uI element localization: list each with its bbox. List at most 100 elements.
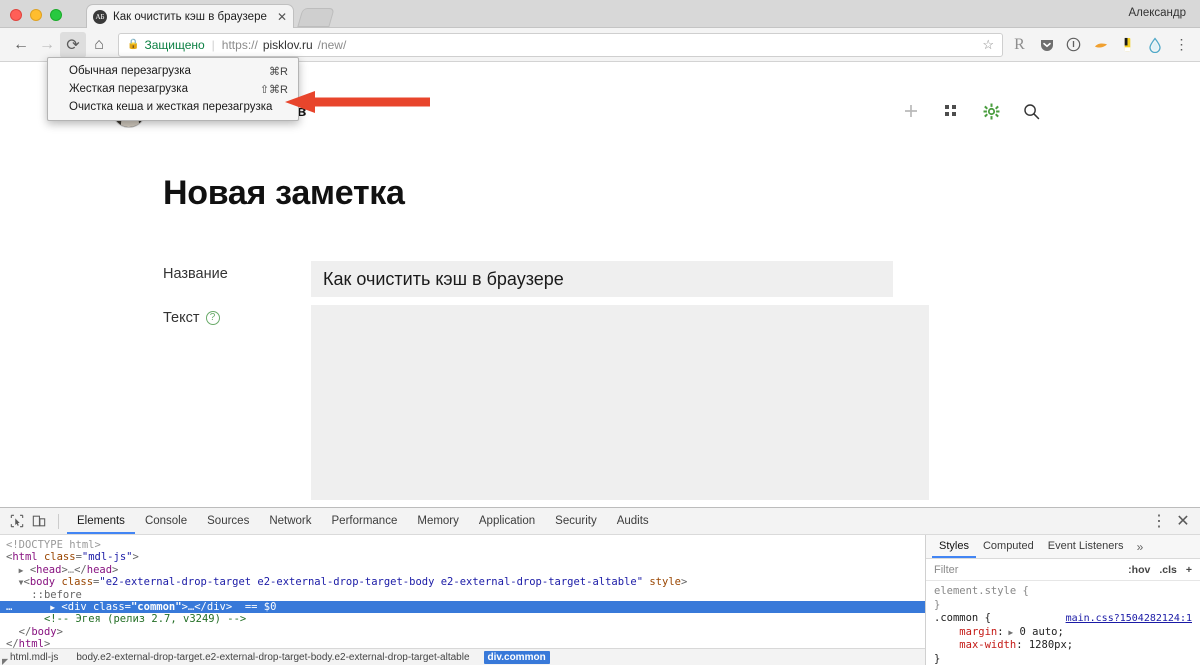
tab-network[interactable]: Network <box>259 508 321 534</box>
devtools-tabs: Elements Console Sources Network Perform… <box>67 508 659 534</box>
help-icon[interactable]: ? <box>205 311 220 325</box>
tab-computed[interactable]: Computed <box>976 535 1041 558</box>
reload-button[interactable]: ⟳ <box>60 31 86 58</box>
devtools-close-icon[interactable]: ✕ <box>1172 511 1194 531</box>
tab-security[interactable]: Security <box>545 508 607 534</box>
styles-filter-input[interactable]: Filter <box>934 564 958 576</box>
css-declaration[interactable]: max-width: 1280px; <box>934 639 1192 653</box>
reload-context-menu: Обычная перезагрузка ⌘R Жесткая перезагр… <box>47 57 299 121</box>
dom-disclosure-triangle[interactable]: ▶ <box>50 603 55 612</box>
tab-memory[interactable]: Memory <box>407 508 469 534</box>
tab-performance[interactable]: Performance <box>322 508 408 534</box>
breadcrumb-item-div[interactable]: div.common <box>483 650 550 664</box>
tab-console[interactable]: Console <box>135 508 197 534</box>
menu-item-normal-reload[interactable]: Обычная перезагрузка ⌘R <box>48 62 298 80</box>
inspect-element-icon[interactable] <box>6 511 28 531</box>
styles-tabs: Styles Computed Event Listeners » <box>926 535 1200 559</box>
extension-icons: R ⋮ <box>1011 36 1192 53</box>
forward-button[interactable]: → <box>34 32 60 58</box>
omnibox-divider: | <box>211 37 215 52</box>
cls-toggle[interactable]: .cls <box>1159 564 1177 576</box>
close-window-button[interactable] <box>10 9 22 21</box>
dom-node-line[interactable]: ▶ <head>…</head> <box>0 564 925 576</box>
dom-node-line[interactable]: ::before <box>0 589 925 601</box>
site-header-actions <box>902 102 1040 120</box>
add-icon[interactable] <box>902 102 920 120</box>
toolbar-divider <box>58 513 59 529</box>
back-button[interactable]: ← <box>8 32 34 58</box>
dom-node-line[interactable]: <!DOCTYPE html> <box>0 539 925 551</box>
text-textarea[interactable] <box>311 305 929 500</box>
tab-styles[interactable]: Styles <box>932 535 976 558</box>
text-label-text: Текст <box>163 310 200 326</box>
tab-title: Как очистить кэш в браузере <box>113 10 267 23</box>
menu-item-hard-reload[interactable]: Жесткая перезагрузка ⇧⌘R <box>48 80 298 98</box>
new-style-rule-button[interactable]: + <box>1186 564 1192 576</box>
minimize-window-button[interactable] <box>30 9 42 21</box>
text-field-label: Текст ? <box>163 305 311 326</box>
styles-filter-actions: :hov .cls + <box>1128 564 1192 576</box>
styles-filter-bar: Filter :hov .cls + <box>926 559 1200 581</box>
toggle-device-toolbar-icon[interactable] <box>28 511 50 531</box>
traffic-lights <box>10 9 62 21</box>
tab-application[interactable]: Application <box>469 508 545 534</box>
bulb-extension-icon[interactable] <box>1119 36 1136 53</box>
hov-toggle[interactable]: :hov <box>1128 564 1150 576</box>
tab-favicon-icon: АБ <box>93 9 107 24</box>
orange-extension-icon[interactable] <box>1092 36 1109 53</box>
css-source-link[interactable]: main.css?1504282124:1 <box>1066 612 1192 626</box>
menu-item-normal-reload-shortcut: ⌘R <box>269 65 288 78</box>
grid-icon[interactable] <box>942 102 960 120</box>
css-rule[interactable]: main.css?1504282124:1 .common { margin: ▶… <box>934 612 1192 665</box>
info-extension-icon[interactable] <box>1065 36 1082 53</box>
window-user-label[interactable]: Александр <box>1128 7 1186 19</box>
menu-item-empty-cache-hard-reload[interactable]: Очистка кеша и жесткая перезагрузка <box>48 98 298 116</box>
home-button[interactable]: ⌂ <box>86 32 112 58</box>
dom-node-line[interactable]: </body> <box>0 626 925 638</box>
tab-close-icon[interactable]: ✕ <box>277 10 287 24</box>
css-selector[interactable]: .common { <box>934 612 991 624</box>
styles-pane: Styles Computed Event Listeners » Filter… <box>926 535 1200 665</box>
chrome-menu-icon[interactable]: ⋮ <box>1173 36 1190 53</box>
dom-node-line[interactable]: … ▶ <div class="common">…</div> == $0 <box>0 600 925 614</box>
new-tab-button[interactable] <box>297 8 335 27</box>
devtools-more-icon[interactable]: ⋮ <box>1148 511 1170 531</box>
address-bar[interactable]: 🔒 Защищено | https:// pisklov.ru/new/ ☆ <box>118 32 1003 57</box>
window-titlebar: АБ Как очистить кэш в браузере ✕ Алексан… <box>0 0 1200 28</box>
maximize-window-button[interactable] <box>50 9 62 21</box>
readability-extension-icon[interactable]: R <box>1011 36 1028 53</box>
breadcrumb-item-body[interactable]: body.e2-external-drop-target.e2-external… <box>72 651 473 664</box>
title-label-text: Название <box>163 266 228 282</box>
tab-elements[interactable]: Elements <box>67 508 135 534</box>
styles-overflow-icon[interactable]: » <box>1131 540 1150 554</box>
dom-expand-ellipsis[interactable]: … <box>6 601 25 613</box>
dom-disclosure-triangle[interactable]: ▶ <box>19 566 24 575</box>
dom-node-line[interactable]: ▼<body class="e2-external-drop-target e2… <box>0 576 925 588</box>
page-viewport: Александр Писклов Новая заметка <box>0 62 1200 507</box>
css-rules[interactable]: element.style {} main.css?1504282124:1 .co… <box>926 581 1200 665</box>
css-rule[interactable]: element.style {} <box>934 585 1192 612</box>
bookmark-star-icon[interactable]: ☆ <box>982 37 994 53</box>
menu-item-normal-reload-label: Обычная перезагрузка <box>69 65 191 77</box>
breadcrumb-scroll-icon[interactable]: ◤ <box>2 657 8 665</box>
menu-item-hard-reload-label: Жесткая перезагрузка <box>69 83 188 95</box>
url-host: pisklov.ru <box>262 37 313 52</box>
css-declaration[interactable]: margin: ▶ 0 auto; <box>934 626 1192 640</box>
browser-tab[interactable]: АБ Как очистить кэш в браузере ✕ <box>86 4 294 28</box>
breadcrumb-item-html[interactable]: html.mdl-js <box>6 651 62 664</box>
dom-tree[interactable]: <!DOCTYPE html> <html class="mdl-js"> ▶ <… <box>0 535 925 665</box>
title-field-label: Название <box>163 261 311 282</box>
title-input[interactable]: Как очистить кэш в браузере <box>311 261 893 297</box>
tab-sources[interactable]: Sources <box>197 508 259 534</box>
devtools-toolbar: Elements Console Sources Network Perform… <box>0 508 1200 535</box>
css-selector[interactable]: element.style { <box>934 585 1029 597</box>
dom-node-line[interactable]: <html class="mdl-js"> <box>0 551 925 563</box>
settings-gear-icon[interactable] <box>982 102 1000 120</box>
dom-node-line[interactable]: <!-- Эгея (релиз 2.7, v3249) --> <box>0 613 925 625</box>
pocket-extension-icon[interactable] <box>1038 36 1055 53</box>
tab-event-listeners[interactable]: Event Listeners <box>1041 535 1131 558</box>
drop-extension-icon[interactable] <box>1146 36 1163 53</box>
tab-audits[interactable]: Audits <box>607 508 659 534</box>
search-icon[interactable] <box>1022 102 1040 120</box>
breadcrumb: ◤ html.mdl-js body.e2-external-drop-targ… <box>0 648 925 665</box>
